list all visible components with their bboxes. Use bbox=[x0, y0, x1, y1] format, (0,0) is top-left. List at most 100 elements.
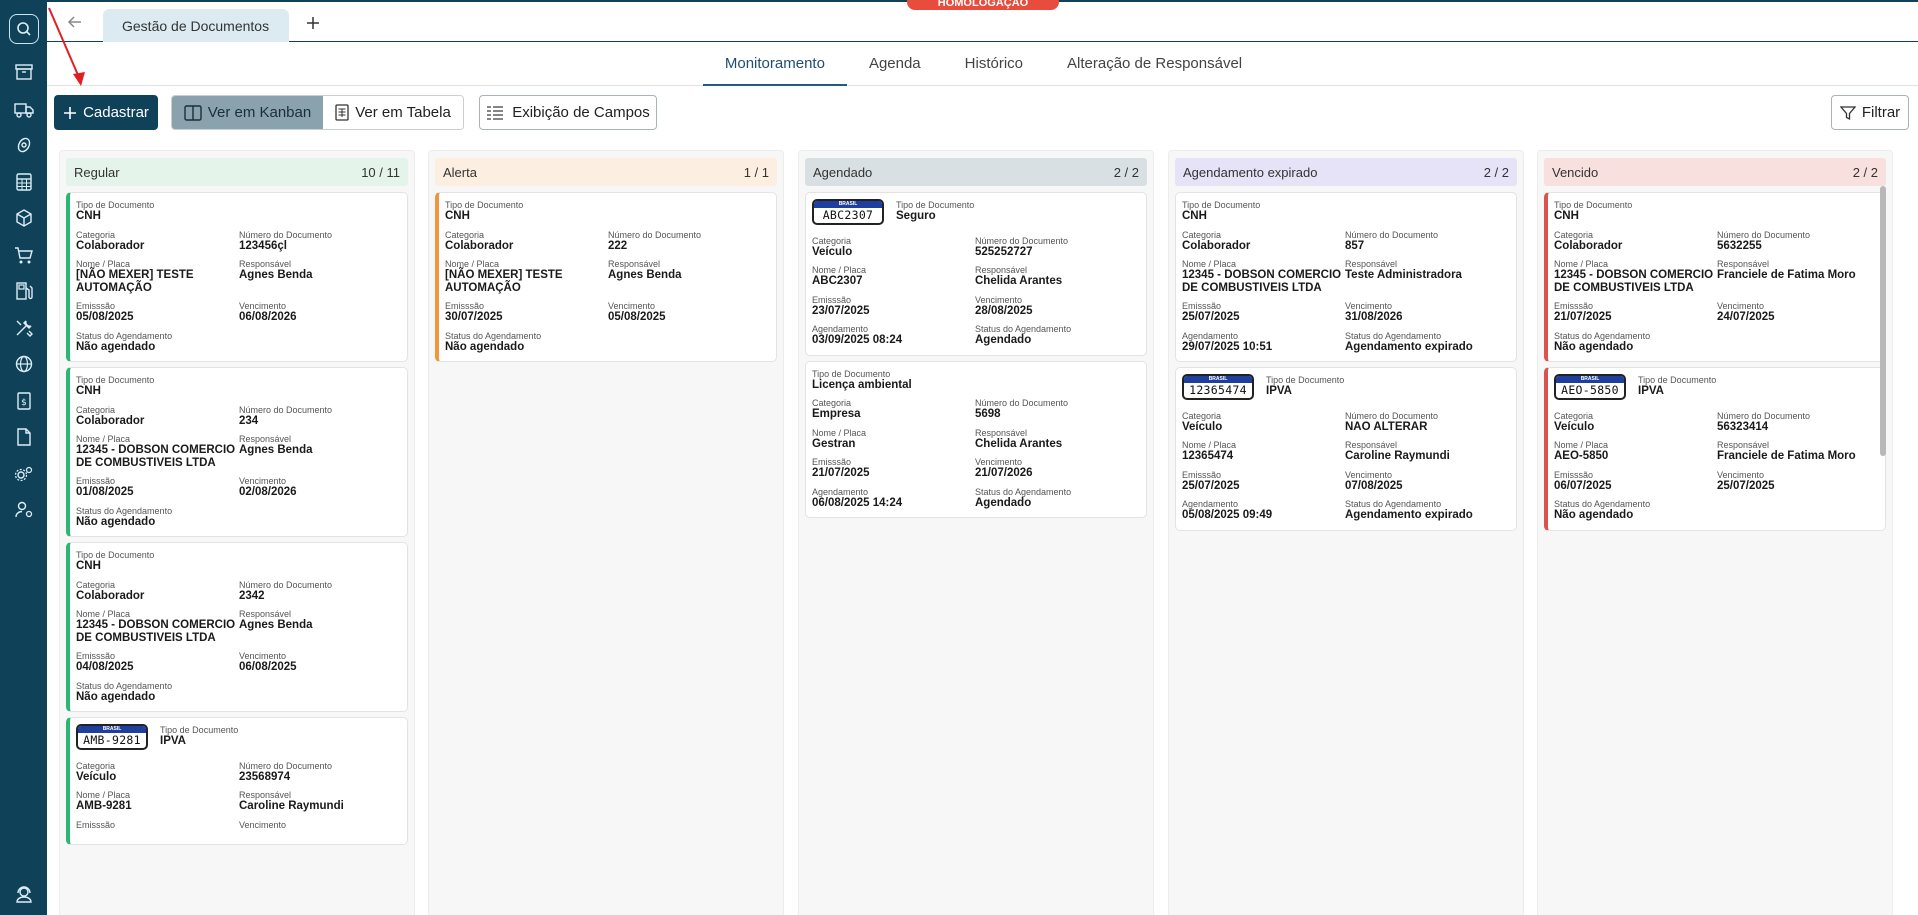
settings-icon[interactable] bbox=[0, 456, 47, 493]
field-value: CNH bbox=[445, 210, 470, 222]
main-nav: Monitoramento Agenda Histórico Alteração… bbox=[47, 43, 1918, 86]
svg-text:$: $ bbox=[21, 398, 27, 408]
board-scrollbar[interactable] bbox=[1879, 150, 1887, 915]
document-card[interactable]: Tipo de Documento CNH Categoria Colaborado… bbox=[1175, 192, 1517, 362]
field-label: Responsável bbox=[1345, 440, 1398, 450]
fuel-icon[interactable] bbox=[0, 273, 47, 310]
field-label: Categoria bbox=[1554, 229, 1594, 240]
field-label: Vencimento bbox=[975, 457, 1023, 467]
kanban-view-button[interactable]: Ver em Kanban bbox=[172, 96, 323, 129]
tab-monitoramento[interactable]: Monitoramento bbox=[702, 43, 847, 86]
invoice-icon[interactable]: $ bbox=[0, 383, 47, 420]
field-value: Seguro bbox=[896, 210, 936, 222]
tools-icon[interactable] bbox=[0, 310, 47, 347]
field-label: Categoria bbox=[76, 579, 116, 590]
field-label: Número do Documento bbox=[1345, 410, 1439, 421]
tire-icon[interactable] bbox=[0, 127, 47, 164]
tab-alteracao-responsavel[interactable]: Alteração de Responsável bbox=[1045, 43, 1264, 86]
plate-country: BRASIL bbox=[814, 201, 882, 208]
field-value: Agnes Benda bbox=[239, 444, 313, 456]
support-icon[interactable] bbox=[0, 883, 47, 905]
document-card[interactable]: Tipo de Documento CNH Categoria Colaborado… bbox=[66, 192, 408, 362]
field-label: Vencimento bbox=[1345, 469, 1393, 480]
field-value: 05/08/2025 09:49 bbox=[1182, 509, 1273, 521]
field-value: 21/07/2025 bbox=[812, 467, 870, 479]
globe-icon[interactable] bbox=[0, 346, 47, 383]
document-icon[interactable] bbox=[0, 419, 47, 456]
filter-label: Filtrar bbox=[1861, 104, 1901, 121]
field-value: NAO ALTERAR bbox=[1345, 420, 1428, 433]
column-alerta: Alerta 1 / 1 Tipo de Documento CNH Catego… bbox=[428, 150, 784, 915]
field-value: 23568974 bbox=[239, 770, 291, 783]
column-title: Agendamento expirado bbox=[1183, 164, 1318, 180]
document-card[interactable]: BRASIL AMB-9281 Tipo de Documento IPVA Cat… bbox=[66, 717, 408, 845]
field-label: Nome / Placa bbox=[1554, 440, 1609, 450]
filter-button[interactable]: Filtrar bbox=[1831, 95, 1909, 130]
field-label: Responsável bbox=[1717, 440, 1770, 450]
field-value: Agnes Benda bbox=[239, 619, 313, 631]
document-card[interactable]: BRASIL 12365474 Tipo de Documento IPVA Cat… bbox=[1175, 367, 1517, 531]
document-card[interactable]: BRASIL ABC2307 Tipo de Documento Seguro Ca… bbox=[805, 192, 1147, 356]
document-card[interactable]: BRASIL AEO-5850 Tipo de Documento IPVA Cat… bbox=[1544, 367, 1886, 531]
tab-gestao-documentos[interactable]: Gestão de Documentos bbox=[103, 9, 289, 42]
box-icon[interactable] bbox=[0, 200, 47, 237]
field-value: Veículo bbox=[1182, 420, 1223, 433]
field-value: 28/08/2025 bbox=[975, 304, 1033, 317]
field-label: Responsável bbox=[239, 434, 292, 444]
table-view-label: Ver em Tabela bbox=[355, 104, 451, 121]
field-label: Tipo de Documento bbox=[76, 550, 155, 560]
field-value: CNH bbox=[1554, 210, 1579, 222]
field-value: 222 bbox=[608, 239, 628, 252]
cart-icon[interactable] bbox=[0, 237, 47, 274]
document-card[interactable]: Tipo de Documento CNH Categoria Colaborado… bbox=[66, 367, 408, 537]
field-label: Vencimento bbox=[1717, 301, 1765, 311]
field-value: Agnes Benda bbox=[608, 269, 682, 281]
field-label: Nome / Placa bbox=[1554, 259, 1609, 269]
scrollbar-thumb[interactable] bbox=[1880, 186, 1886, 456]
document-card[interactable]: Tipo de Documento Licença ambiental Categ… bbox=[805, 360, 1147, 518]
field-value: 06/08/2026 bbox=[239, 311, 297, 323]
add-tab-icon[interactable] bbox=[304, 14, 322, 32]
field-value: IPVA bbox=[160, 735, 186, 747]
user-settings-icon[interactable] bbox=[0, 492, 47, 529]
field-label: Agendamento bbox=[812, 324, 869, 334]
field-value: Agendamento expirado bbox=[1345, 509, 1473, 521]
field-label: Nome / Placa bbox=[812, 265, 867, 275]
field-value: Não agendado bbox=[76, 690, 156, 703]
calculator-icon[interactable] bbox=[0, 164, 47, 201]
field-value: 21/07/2025 bbox=[1554, 311, 1612, 323]
truck-icon[interactable] bbox=[0, 91, 47, 128]
table-view-button[interactable]: Ver em Tabela bbox=[323, 96, 463, 129]
field-label: Emisssão bbox=[1182, 301, 1222, 311]
field-value: 02/08/2026 bbox=[239, 486, 297, 498]
document-card[interactable]: Tipo de Documento CNH Categoria Colaborado… bbox=[1544, 192, 1886, 362]
field-label: Tipo de Documento bbox=[160, 725, 239, 735]
cadastrar-button[interactable]: Cadastrar bbox=[54, 95, 158, 130]
field-label: Tipo de Documento bbox=[76, 200, 155, 210]
column-regular: Regular 10 / 11 Tipo de Documento CNH Cat… bbox=[59, 150, 415, 915]
field-label: Status do Agendamento bbox=[1345, 499, 1442, 509]
field-label: Emisssão bbox=[76, 651, 116, 661]
field-label: Número do Documento bbox=[239, 760, 333, 771]
field-value: 25/07/2025 bbox=[1182, 479, 1240, 492]
document-card[interactable]: Tipo de Documento CNH Categoria Colaborado… bbox=[435, 192, 777, 362]
tab-agenda[interactable]: Agenda bbox=[847, 43, 943, 86]
search-icon[interactable] bbox=[8, 14, 39, 44]
field-value: Teste Administradora bbox=[1345, 269, 1462, 281]
field-label: Número do Documento bbox=[975, 398, 1069, 408]
field-value: 525252727 bbox=[975, 245, 1033, 258]
field-value: CNH bbox=[76, 560, 101, 572]
field-value: Colaborador bbox=[1554, 239, 1623, 252]
plate-country: BRASIL bbox=[1184, 376, 1252, 383]
tab-historico[interactable]: Histórico bbox=[943, 43, 1045, 86]
field-label: Nome / Placa bbox=[1182, 259, 1237, 269]
document-card[interactable]: Tipo de Documento CNH Categoria Colaborado… bbox=[66, 542, 408, 712]
field-value: Não agendado bbox=[1554, 509, 1634, 521]
field-label: Status do Agendamento bbox=[445, 330, 542, 341]
field-label: Tipo de Documento bbox=[76, 375, 155, 385]
archive-icon[interactable] bbox=[0, 54, 47, 91]
field-label: Tipo de Documento bbox=[1554, 200, 1633, 210]
field-value: 01/08/2025 bbox=[76, 486, 134, 498]
field-display-button[interactable]: Exibição de Campos bbox=[479, 95, 657, 130]
field-value: 30/07/2025 bbox=[445, 311, 503, 323]
